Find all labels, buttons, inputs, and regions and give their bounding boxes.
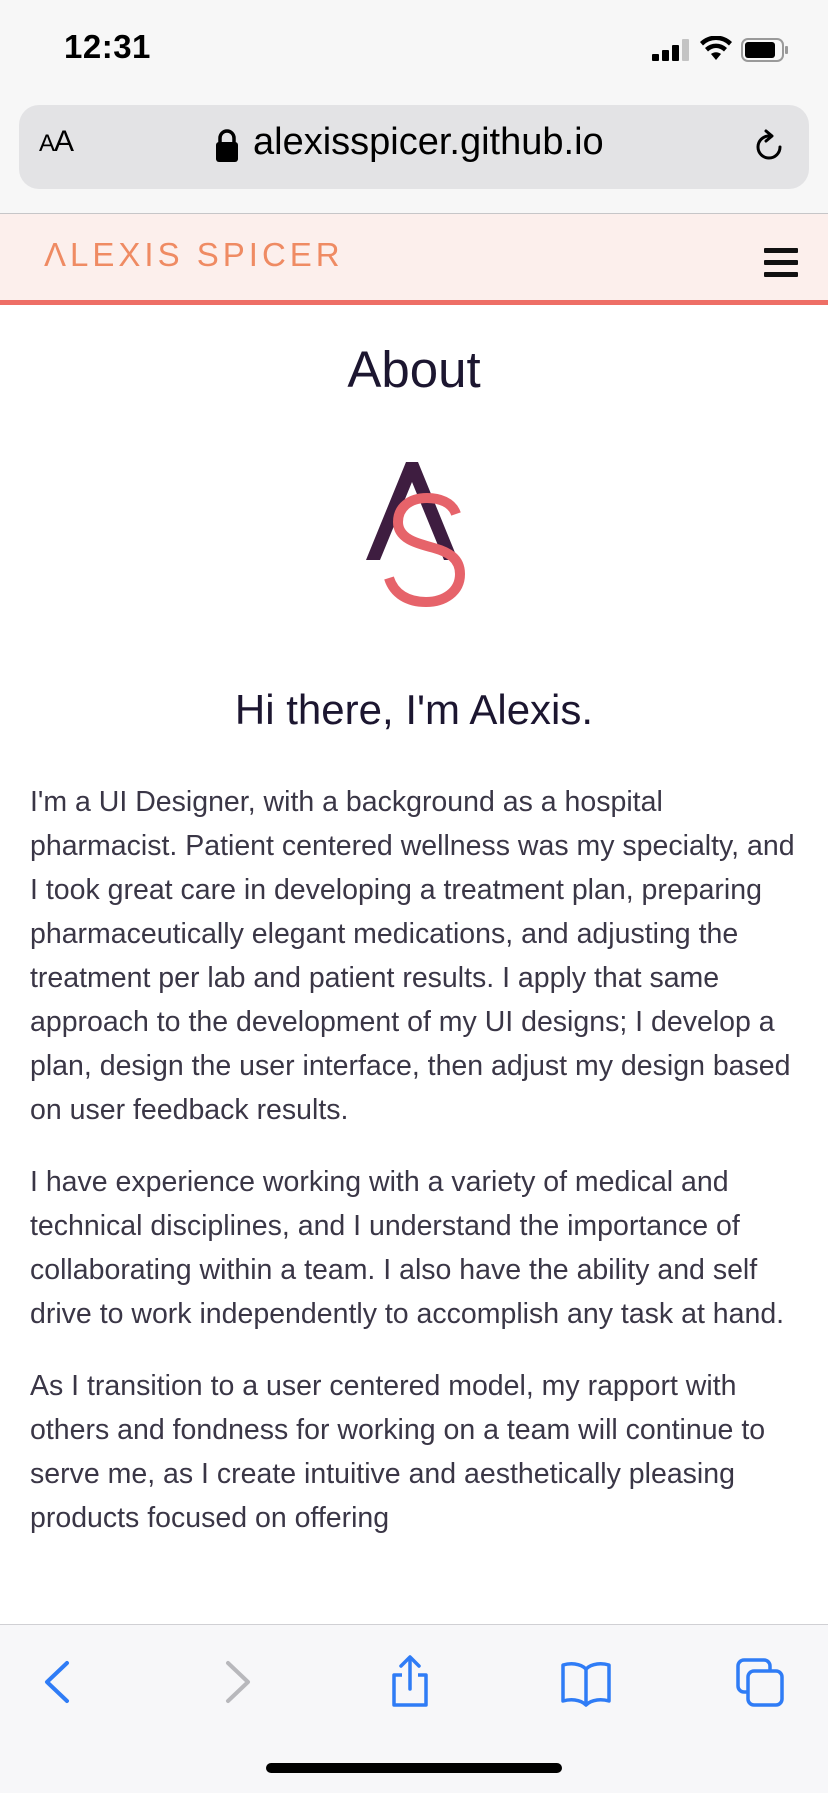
back-icon[interactable]: [33, 1655, 85, 1709]
monogram-logo: [366, 462, 466, 608]
bookmarks-icon[interactable]: [560, 1655, 612, 1709]
url-text[interactable]: alexisspicer.github.io: [253, 121, 604, 164]
forward-icon[interactable]: [210, 1655, 262, 1709]
address-bar[interactable]: AA alexisspicer.github.io: [19, 105, 809, 189]
bio-section: I'm a UI Designer, with a background as …: [30, 780, 806, 1568]
wifi-icon: [700, 36, 732, 60]
tabs-icon[interactable]: [734, 1655, 786, 1709]
cellular-signal-icon: [652, 39, 690, 61]
home-indicator: [266, 1763, 562, 1773]
battery-icon: [741, 38, 788, 62]
lock-icon: [216, 129, 238, 162]
browser-address-area: AA alexisspicer.github.io: [0, 100, 828, 214]
site-logo-link[interactable]: ΛLEXIS SPICER: [44, 236, 344, 274]
share-icon[interactable]: [384, 1655, 436, 1709]
bio-paragraph: As I transition to a user centered model…: [30, 1370, 766, 1534]
site-header: ΛLEXIS SPICER: [0, 214, 828, 305]
page-title: About: [347, 341, 481, 398]
hero-heading: Hi there, I'm Alexis.: [234, 686, 594, 733]
status-time: 12:31: [64, 28, 151, 65]
bio-paragraph: I have experience working with a variety…: [30, 1166, 785, 1330]
bio-paragraph: I'm a UI Designer, with a background as …: [30, 786, 795, 1126]
hamburger-menu-icon[interactable]: [764, 248, 798, 277]
text-size-button[interactable]: AA: [39, 125, 74, 159]
reload-icon[interactable]: [749, 127, 789, 167]
status-bar: 12:31: [0, 0, 828, 100]
